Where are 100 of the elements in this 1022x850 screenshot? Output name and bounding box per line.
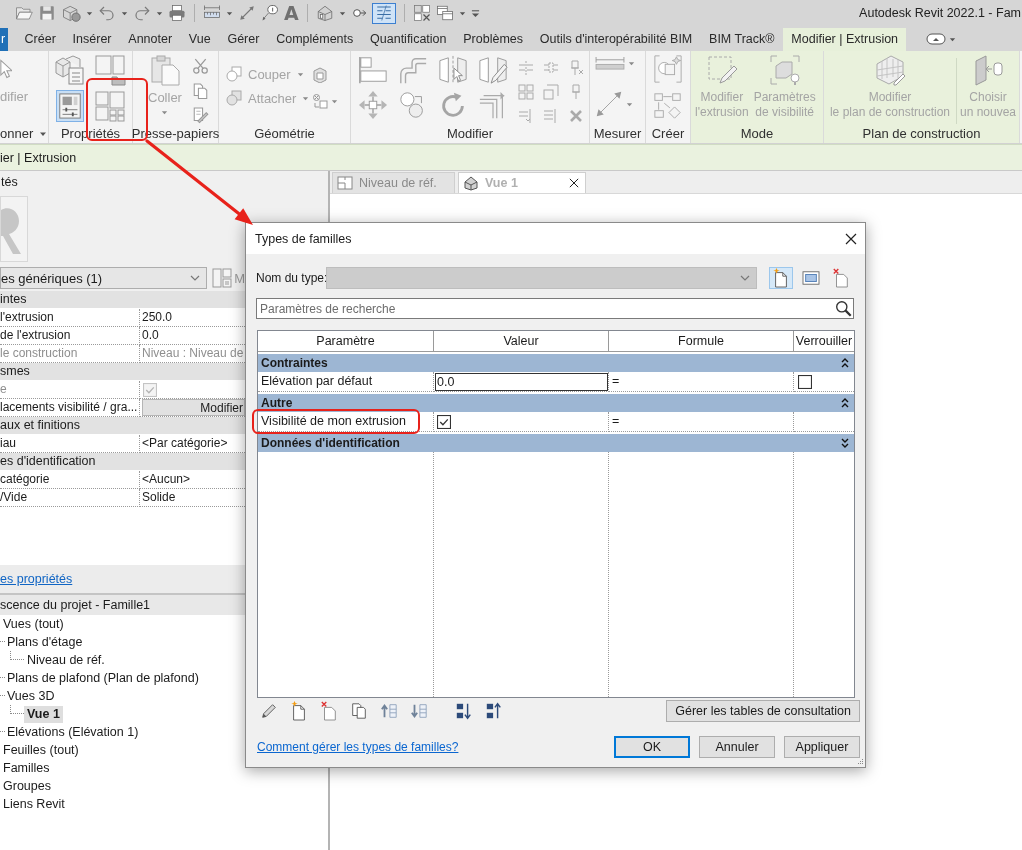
ribbon-tab[interactable]: Insérer xyxy=(64,28,120,51)
offset-icon[interactable] xyxy=(398,55,428,85)
tree-item[interactable]: Vues 3D xyxy=(7,687,55,705)
ribbon-tab[interactable]: Modifier | Extrusion xyxy=(782,28,907,51)
tree-item[interactable]: Liens Revit xyxy=(3,795,65,813)
edit-button[interactable]: Modifier xyxy=(142,399,245,416)
print-icon[interactable] xyxy=(168,4,186,22)
caret-icon[interactable] xyxy=(156,9,163,17)
group-row[interactable]: Autre xyxy=(258,394,854,412)
checkbox[interactable] xyxy=(437,414,451,429)
ribbon-tab[interactable]: BIM Track® xyxy=(700,28,783,51)
caret-icon[interactable] xyxy=(331,97,338,105)
tree-item[interactable]: Niveau de réf. xyxy=(27,651,105,669)
delete-icon[interactable] xyxy=(568,108,584,124)
paint-brush-icon[interactable] xyxy=(191,107,209,124)
caret-icon[interactable] xyxy=(86,9,93,17)
caret-icon[interactable] xyxy=(338,9,346,17)
pencil-icon[interactable] xyxy=(260,702,278,720)
type-selector[interactable]: es génériques (1) xyxy=(0,267,207,289)
house-icon[interactable] xyxy=(315,4,334,22)
tag-icon[interactable] xyxy=(261,4,279,22)
ribbon-tab[interactable]: Quantification xyxy=(361,28,455,51)
help-link[interactable]: es propriétés xyxy=(0,572,73,586)
tree-item[interactable]: Vue 1 xyxy=(24,705,63,723)
new-type-button[interactable] xyxy=(769,267,793,289)
group-row[interactable]: Données d'identification xyxy=(258,434,854,452)
tree-item[interactable]: Plans d'étage xyxy=(7,633,83,651)
diagonal-measure-icon[interactable] xyxy=(595,90,623,118)
ribbon-tab[interactable]: Gérer xyxy=(219,28,268,51)
ribbon-tab[interactable]: Vue xyxy=(180,28,220,51)
switch-windows-icon[interactable] xyxy=(435,4,454,22)
sort-descending-icon[interactable] xyxy=(485,702,503,720)
dialog-button[interactable]: OK xyxy=(614,736,690,758)
tree-item[interactable]: Plans de plafond (Plan de plafond) xyxy=(7,669,199,687)
dialog-button[interactable]: Appliquer xyxy=(784,736,860,758)
help-link[interactable]: Comment gérer les types de familles? xyxy=(256,740,459,754)
array-icon[interactable] xyxy=(518,84,534,100)
type-properties-icon[interactable] xyxy=(94,53,126,86)
tree-item[interactable]: Elévations (Elévation 1) xyxy=(7,723,139,741)
tree-item[interactable]: Vues (tout) xyxy=(3,615,64,633)
caret-icon[interactable] xyxy=(458,9,466,17)
ribbon-tab[interactable]: Outils d'interopérabilité BIM xyxy=(531,28,701,51)
mirror-pencil-icon[interactable] xyxy=(478,55,508,85)
split-gap-icon[interactable] xyxy=(543,60,559,76)
customize-icon[interactable] xyxy=(470,8,480,18)
copy-icon[interactable] xyxy=(350,702,368,720)
copy-icon[interactable] xyxy=(191,82,209,100)
move-down-icon[interactable] xyxy=(410,702,428,720)
undo-icon[interactable] xyxy=(98,4,116,22)
tree-item[interactable]: Feuilles (tout) xyxy=(3,741,79,759)
caret-icon[interactable] xyxy=(226,9,233,17)
properties-button[interactable] xyxy=(56,89,84,122)
ribbon-tab[interactable]: Problèmes xyxy=(454,28,532,51)
dialog-button[interactable]: Annuler xyxy=(699,736,775,758)
unpin-icon[interactable] xyxy=(568,60,584,76)
move-icon[interactable] xyxy=(358,90,388,120)
mirror-axis-icon[interactable] xyxy=(438,55,468,85)
group-row[interactable]: Contraintes xyxy=(258,354,854,372)
caret-icon[interactable] xyxy=(949,36,957,43)
ribbon-tab[interactable]: Compléments xyxy=(267,28,362,51)
create-similar-icon[interactable] xyxy=(653,91,683,121)
caret-icon[interactable] xyxy=(628,60,635,67)
manage-tables-button[interactable]: Gérer les tables de consultation xyxy=(666,700,860,722)
caret-icon[interactable] xyxy=(121,9,128,17)
thin-lines-button[interactable] xyxy=(371,2,396,24)
measure-icon[interactable] xyxy=(238,4,256,22)
search-icon[interactable] xyxy=(835,300,852,317)
category-grid-icon[interactable] xyxy=(94,89,126,122)
ribbon-toggle-icon[interactable] xyxy=(926,32,947,46)
collapse-icon[interactable] xyxy=(840,356,850,369)
align-icon[interactable] xyxy=(358,55,388,85)
ribbon-tab[interactable]: Créer xyxy=(16,28,65,51)
circle-square-icon[interactable] xyxy=(312,93,328,109)
ribbon-tab[interactable]: Annoter xyxy=(119,28,181,51)
family-types-icon[interactable] xyxy=(54,53,86,86)
close-icon[interactable] xyxy=(569,178,579,188)
collapse-icon[interactable] xyxy=(840,396,850,409)
formula-cell[interactable]: = xyxy=(609,372,794,392)
save-icon[interactable] xyxy=(38,4,56,22)
close-windows-icon[interactable] xyxy=(412,4,431,22)
ribbon-tab[interactable]: r xyxy=(0,28,9,51)
delete-document-icon[interactable] xyxy=(320,701,338,721)
sort-ascending-icon[interactable] xyxy=(455,702,473,720)
tree-item[interactable]: Familles xyxy=(3,759,50,777)
tree-item[interactable]: Groupes xyxy=(3,777,51,795)
panel-label[interactable]: onner xyxy=(0,126,34,141)
move-up-icon[interactable] xyxy=(380,702,398,720)
close-icon[interactable] xyxy=(845,232,857,245)
cube-globe-icon[interactable] xyxy=(61,3,81,23)
formula-cell[interactable]: = xyxy=(609,412,794,432)
new-document-icon[interactable] xyxy=(290,701,308,721)
expand-icon[interactable] xyxy=(840,436,850,449)
caret-icon[interactable] xyxy=(626,100,633,108)
search-field[interactable]: Paramètres de recherche xyxy=(256,298,854,319)
redo-icon[interactable] xyxy=(133,4,151,22)
resize-grip-icon[interactable] xyxy=(856,758,864,766)
folder-icon[interactable] xyxy=(15,4,33,22)
scissors-icon[interactable] xyxy=(191,58,209,75)
value-field[interactable]: 0.0 xyxy=(435,372,608,391)
dimension-icon[interactable] xyxy=(595,57,625,70)
